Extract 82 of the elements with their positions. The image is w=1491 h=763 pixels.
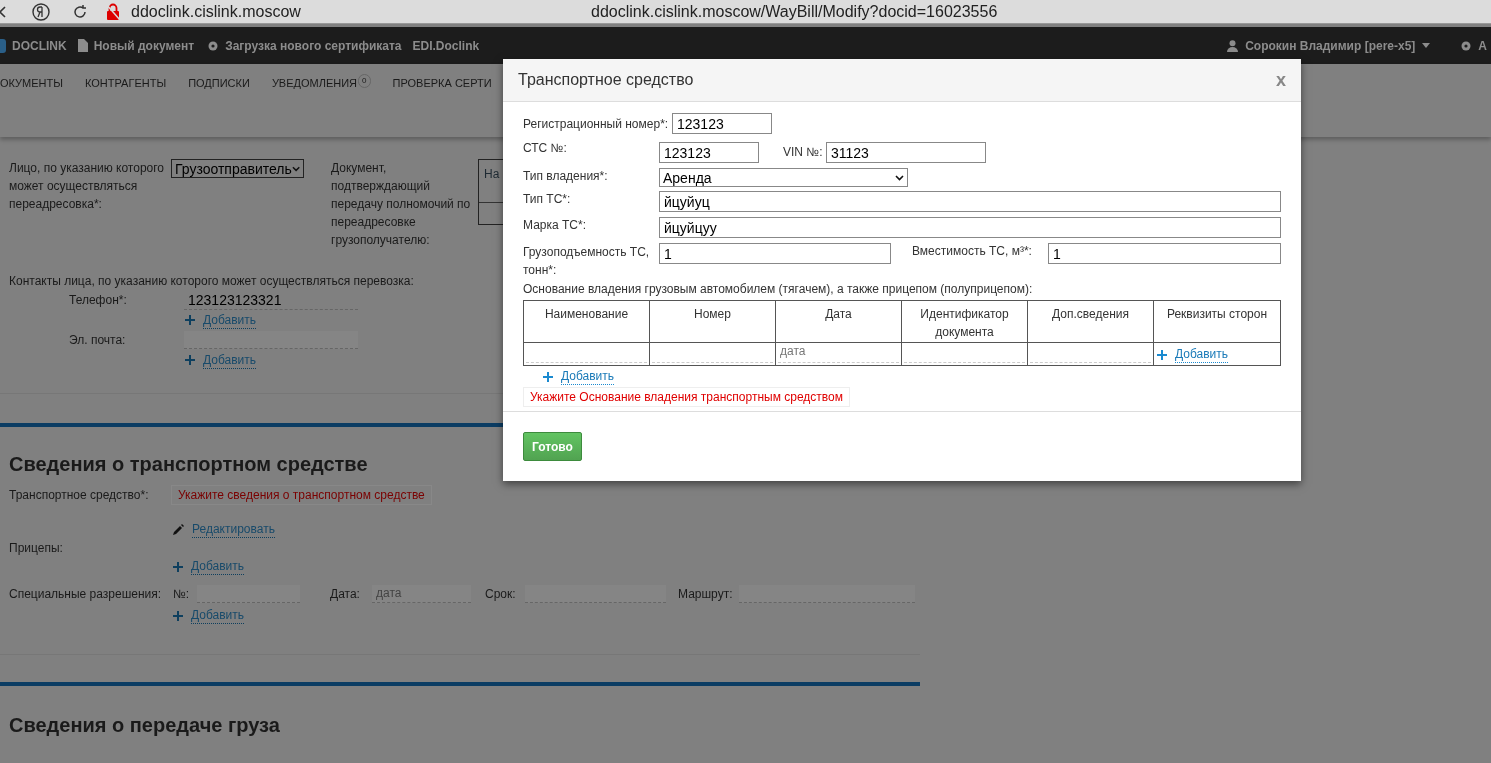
chevron-icon (895, 174, 904, 181)
done-button[interactable]: Готово (523, 432, 582, 461)
menu-item[interactable]: ОКУМЕНТЫ (0, 75, 63, 92)
table-cell: На (484, 167, 500, 181)
user-menu[interactable]: Сорокин Владимир [pere-x5] (1245, 36, 1416, 55)
phone-field[interactable]: 123123123321 (184, 290, 358, 310)
permit-field[interactable] (739, 585, 915, 603)
permit-field[interactable] (525, 585, 666, 603)
add-link[interactable]: Добавить (561, 368, 615, 385)
column-header: Наименование (524, 301, 650, 343)
menu-item[interactable]: ПРОВЕРКА СЕРТИ (392, 75, 492, 92)
refresh-icon[interactable] (72, 3, 88, 20)
capacity-field[interactable]: 1 (659, 243, 891, 264)
menu-item[interactable]: УВЕДОМЛЕНИЯ (271, 75, 358, 92)
field-label: СТС №: (523, 140, 568, 156)
document-icon (76, 39, 88, 52)
field-label: Основание владения грузовым автомобилем (тягачем), а также прицепом (полуприцепом): (523, 281, 1034, 297)
field-label: Прицепы: (9, 540, 64, 556)
section-title: Сведения о передаче груза (9, 714, 281, 736)
field-label: Маршрут: (678, 586, 734, 602)
plus-icon (1157, 349, 1167, 360)
field-label: Марка ТС*: (523, 217, 587, 233)
plus-icon (543, 371, 553, 382)
plus-icon (185, 355, 195, 365)
menu-item[interactable]: КОНТРАГЕНТЫ (85, 75, 167, 92)
nav-link[interactable]: Загрузка нового сертификата (225, 36, 402, 55)
field-label: Дата: (330, 586, 361, 602)
field-label: Эл. почта: (69, 332, 127, 348)
column-header: Номер (650, 301, 776, 343)
sts-field[interactable]: 123123 (659, 142, 759, 163)
permit-field[interactable]: дата (372, 585, 471, 603)
circle-letter-icon[interactable] (32, 2, 50, 21)
field-label: Лицо, по указанию которого может осуществляться переадресовка*: (9, 160, 166, 213)
field-label: Транспортное средство*: (9, 487, 150, 503)
field-label: Телефон*: (69, 292, 128, 308)
pencil-icon (173, 524, 184, 535)
vehicle-brand-field[interactable]: йцуйцуу (659, 217, 1281, 238)
field-label: Вместимость ТС, м³*: (912, 243, 1033, 259)
add-link[interactable]: Добавить (1175, 346, 1229, 363)
gear-icon (207, 39, 220, 52)
error-message: Укажите Основание владения транспортным средством (523, 387, 850, 407)
volume-field[interactable]: 1 (1048, 243, 1281, 264)
section-label: Контакты лица, по указанию которого может осуществляться перевозка: (9, 273, 414, 289)
email-field[interactable] (184, 331, 358, 349)
field-label: Срок: (485, 586, 517, 602)
permit-field[interactable] (197, 585, 300, 603)
error-message: Укажите сведения о транспортном средстве (171, 485, 432, 505)
nav-link[interactable]: EDI.Doclink (412, 36, 480, 55)
caret-icon (1422, 43, 1431, 48)
registration-field[interactable]: 123123 (672, 113, 772, 134)
plus-icon (173, 610, 183, 621)
field-label: Документ, подтверждающий передачу полномочий по переадресовке грузополучателю: (331, 160, 472, 249)
vin-field[interactable]: 31123 (826, 142, 986, 163)
select-field[interactable]: Грузоотправитель (171, 159, 304, 178)
column-header: Доп.сведения (1028, 301, 1154, 343)
section-title: Сведения о транспортном средстве (9, 453, 369, 475)
column-header: Реквизиты сторон (1154, 301, 1280, 343)
vehicle-type-field[interactable]: йцуйуц (659, 191, 1281, 212)
field-label: Тип владения*: (523, 168, 609, 184)
column-header: Идентификатор документа (902, 301, 1028, 343)
column-header: Дата (776, 301, 902, 343)
menu-item[interactable]: ПОДПИСКИ (188, 75, 250, 92)
ownership-select[interactable]: Аренда (659, 168, 908, 187)
field-label: Грузоподъемность ТС, тонн*: (523, 244, 651, 279)
table-field[interactable]: дата (778, 343, 899, 363)
modal-title: Транспортное средство (518, 70, 694, 90)
settings-link[interactable]: А (1478, 36, 1487, 55)
plus-icon (185, 315, 195, 325)
user-icon (1227, 39, 1239, 52)
brand-name[interactable]: DOCLINK (12, 36, 67, 55)
field-label: №: (173, 586, 191, 602)
chevron-icon (291, 165, 300, 172)
close-button[interactable]: x (1276, 66, 1286, 94)
nav-link[interactable]: Новый документ (93, 36, 195, 55)
field-label: Тип ТС*: (523, 191, 572, 207)
plus-icon (173, 561, 183, 572)
gear-icon (1460, 39, 1473, 52)
field-label: Специальные разрешения: (9, 586, 163, 602)
field-label: Регистрационный номер*: (523, 115, 670, 132)
field-label: VIN №: (783, 144, 824, 160)
site-name: ddoclink.cislink.moscow (131, 1, 302, 22)
address-bar[interactable]: ddoclink.cislink.moscow/WayBill/Modify?docid=16023556 (591, 0, 998, 24)
